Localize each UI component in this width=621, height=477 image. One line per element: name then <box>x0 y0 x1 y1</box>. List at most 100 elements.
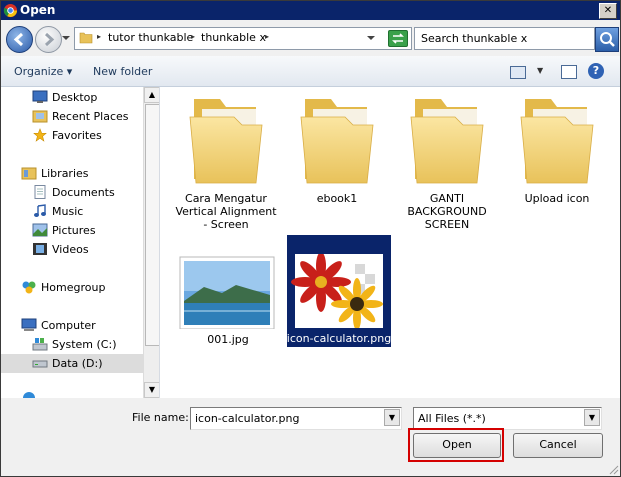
back-button[interactable] <box>6 26 33 53</box>
breadcrumb-arrow-icon[interactable]: ▸ <box>191 32 195 41</box>
file-name: Cara Mengatur Vertical Alignment - Scree… <box>175 192 277 231</box>
address-dropdown-icon[interactable] <box>367 34 375 42</box>
search-button[interactable] <box>595 27 619 52</box>
folder-icon <box>520 99 594 184</box>
file-item-folder[interactable]: Cara Mengatur Vertical Alignment - Scree… <box>172 87 280 237</box>
landscape-image-thumbnail <box>179 256 275 329</box>
new-folder-button[interactable]: New folder <box>93 65 152 78</box>
nav-item-favorites[interactable]: Favorites <box>1 126 143 145</box>
nav-scrollbar[interactable]: ▲ ▼ <box>143 87 159 398</box>
search-icon <box>600 32 615 47</box>
file-name: Upload icon <box>524 192 590 205</box>
search-box[interactable]: Search thunkable x <box>414 27 595 50</box>
nav-label: Computer <box>41 319 96 332</box>
resize-grip-icon[interactable] <box>607 463 619 475</box>
scroll-thumb[interactable] <box>145 104 159 346</box>
file-name-value[interactable]: icon-calculator.png <box>195 412 299 425</box>
libraries-icon <box>21 167 37 180</box>
breadcrumb-thunkable-x[interactable]: thunkable x <box>201 31 266 44</box>
recent-places-icon <box>32 110 48 123</box>
refresh-icon <box>392 33 404 44</box>
command-toolbar: Organize ▾ New folder ▼ ? <box>1 56 620 87</box>
nav-label: Music <box>52 205 84 218</box>
network-icon <box>23 392 35 398</box>
breadcrumb-arrow-icon[interactable]: ▸ <box>97 32 101 41</box>
navigation-pane: Desktop Recent Places Favorites Librarie… <box>1 87 160 398</box>
folder-icon <box>189 99 263 184</box>
organize-label: Organize <box>14 65 64 78</box>
refresh-button[interactable] <box>388 30 408 47</box>
arrow-left-icon <box>13 32 24 47</box>
file-item-image[interactable]: 001.jpg <box>174 255 282 355</box>
file-name-label: File name: <box>132 411 189 424</box>
nav-item-homegroup[interactable]: Homegroup <box>1 278 143 297</box>
music-icon <box>34 204 46 217</box>
nav-label: Videos <box>52 243 89 256</box>
nav-label: Homegroup <box>41 281 106 294</box>
nav-item-computer[interactable]: Computer <box>1 316 143 335</box>
close-button[interactable]: ✕ <box>599 3 617 19</box>
pictures-icon <box>32 223 48 237</box>
file-item-folder[interactable]: Upload icon <box>503 87 611 237</box>
file-list: Cara Mengatur Vertical Alignment - Scree… <box>160 87 620 398</box>
address-bar[interactable]: ▸ tutor thunkable ▸ thunkable x ▸ <box>74 27 412 50</box>
chrome-icon <box>3 3 18 18</box>
file-item-image-selected[interactable]: icon-calculator.png <box>285 234 393 349</box>
nav-label: Desktop <box>52 91 98 104</box>
nav-label: Documents <box>52 186 115 199</box>
navigation-bar: ▸ tutor thunkable ▸ thunkable x ▸ Search… <box>1 20 620 56</box>
folder-icon <box>79 32 93 44</box>
drive-c-icon <box>32 338 48 351</box>
file-item-folder[interactable]: GANTI BACKGROUND SCREEN <box>393 87 501 237</box>
change-view-icon[interactable] <box>510 66 526 79</box>
file-type-select[interactable]: All Files (*.*) ▼ <box>413 407 602 430</box>
nav-item-libraries[interactable]: Libraries <box>1 164 143 183</box>
nav-label: System (C:) <box>52 338 117 351</box>
nav-item-videos[interactable]: Videos <box>1 240 143 259</box>
documents-icon <box>34 185 46 199</box>
scroll-down-button[interactable]: ▼ <box>144 382 159 398</box>
view-dropdown-icon[interactable]: ▼ <box>537 66 543 75</box>
search-input[interactable]: Search thunkable x <box>421 32 527 45</box>
open-dialog: Open ✕ ▸ tutor thunkable ▸ thunkable x ▸… <box>0 0 621 477</box>
nav-item-data-d[interactable]: Data (D:) <box>1 354 143 373</box>
cancel-button[interactable]: Cancel <box>513 433 603 458</box>
star-icon <box>33 128 47 142</box>
file-type-value[interactable]: All Files (*.*) <box>418 412 486 425</box>
organize-button[interactable]: Organize ▾ <box>14 65 72 78</box>
file-name: icon-calculator.png <box>286 332 392 345</box>
file-name: GANTI BACKGROUND SCREEN <box>407 192 487 231</box>
nav-item-documents[interactable]: Documents <box>1 183 143 202</box>
breadcrumb-tutor-thunkable[interactable]: tutor thunkable <box>108 31 193 44</box>
file-name: ebook1 <box>316 192 358 205</box>
computer-icon <box>21 318 37 331</box>
breadcrumb-arrow-icon[interactable]: ▸ <box>265 32 269 41</box>
arrow-right-icon <box>44 32 55 47</box>
nav-item-pictures[interactable]: Pictures <box>1 221 143 240</box>
nav-item-desktop[interactable]: Desktop <box>1 88 143 107</box>
nav-label: Libraries <box>41 167 89 180</box>
folder-icon <box>410 99 484 184</box>
open-button[interactable]: Open <box>413 433 501 458</box>
nav-label: Recent Places <box>52 110 129 123</box>
preview-pane-icon[interactable] <box>561 65 577 79</box>
nav-label: Favorites <box>52 129 102 142</box>
nav-item-recent-places[interactable]: Recent Places <box>1 107 143 126</box>
scroll-up-button[interactable]: ▲ <box>144 87 159 103</box>
nav-item-system-c[interactable]: System (C:) <box>1 335 143 354</box>
file-name-input[interactable]: icon-calculator.png ▼ <box>190 407 402 430</box>
dialog-footer: File name: icon-calculator.png ▼ All Fil… <box>1 398 620 476</box>
file-item-folder[interactable]: ebook1 <box>283 87 391 237</box>
folder-icon <box>300 99 374 184</box>
window-title: Open <box>20 3 56 17</box>
forward-button[interactable] <box>35 26 62 53</box>
drive-d-icon <box>32 360 48 368</box>
desktop-icon <box>32 90 48 103</box>
title-bar: Open ✕ <box>1 1 620 20</box>
file-name-dropdown-icon[interactable]: ▼ <box>384 409 400 426</box>
help-icon[interactable]: ? <box>588 63 604 79</box>
file-name: 001.jpg <box>207 333 249 346</box>
file-type-dropdown-icon[interactable]: ▼ <box>584 409 600 426</box>
recent-locations-dropdown[interactable] <box>62 34 70 42</box>
nav-item-music[interactable]: Music <box>1 202 143 221</box>
